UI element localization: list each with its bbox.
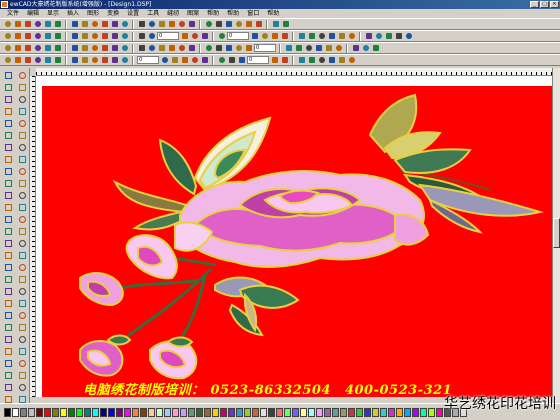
embroidery-app-window: ewCAD大豪绣花制版系统(增强版) - [Design1.DSP] _ □ ×… (0, 0, 560, 420)
color-swatch[interactable] (436, 407, 443, 417)
color-swatch[interactable] (252, 407, 259, 417)
color-swatch[interactable] (340, 407, 347, 417)
color-swatch[interactable] (284, 407, 291, 417)
color-swatch[interactable] (108, 407, 115, 417)
color-swatch[interactable] (76, 407, 83, 417)
color-swatch[interactable] (212, 407, 219, 417)
color-swatch[interactable] (324, 407, 331, 417)
ad-phone-1: 0523-86332504 (210, 383, 331, 398)
color-swatch[interactable] (60, 407, 67, 417)
color-swatch[interactable] (12, 407, 19, 417)
ad-title: 电脑绣花制版培训： (83, 383, 205, 398)
watermark-text: 华艺绣花印花培训 (444, 396, 556, 412)
color-swatch[interactable] (308, 407, 315, 417)
color-swatch[interactable] (140, 407, 147, 417)
color-swatch[interactable] (300, 407, 307, 417)
color-swatch[interactable] (36, 407, 43, 417)
color-swatch[interactable] (180, 407, 187, 417)
color-swatch[interactable] (220, 407, 227, 417)
color-swatch[interactable] (52, 407, 59, 417)
color-swatch[interactable] (292, 407, 299, 417)
color-swatch[interactable] (228, 407, 235, 417)
color-swatch[interactable] (148, 407, 155, 417)
color-swatch[interactable] (348, 407, 355, 417)
color-swatch[interactable] (100, 407, 107, 417)
color-swatch[interactable] (4, 407, 11, 417)
color-swatch[interactable] (364, 407, 371, 417)
color-swatch[interactable] (44, 407, 51, 417)
color-swatch[interactable] (244, 407, 251, 417)
color-swatch[interactable] (268, 407, 275, 417)
color-swatch[interactable] (388, 407, 395, 417)
scrollbar-thumb[interactable] (553, 218, 560, 248)
color-swatch[interactable] (124, 407, 131, 417)
color-swatch[interactable] (372, 407, 379, 417)
color-swatch[interactable] (404, 407, 411, 417)
color-swatch[interactable] (204, 407, 211, 417)
color-swatch[interactable] (236, 407, 243, 417)
color-swatch[interactable] (92, 407, 99, 417)
color-swatch[interactable] (428, 407, 435, 417)
color-swatch[interactable] (356, 407, 363, 417)
color-swatch[interactable] (28, 407, 35, 417)
color-swatch[interactable] (68, 407, 75, 417)
color-swatch[interactable] (84, 407, 91, 417)
embroidery-peony-design[interactable] (0, 0, 560, 420)
training-ad-text: 电脑绣花制版培训： 0523-86332504 400-0523-321 (83, 379, 452, 398)
color-swatch[interactable] (188, 407, 195, 417)
color-swatch[interactable] (164, 407, 171, 417)
color-swatch[interactable] (332, 407, 339, 417)
color-swatch[interactable] (20, 407, 27, 417)
color-swatch[interactable] (260, 407, 267, 417)
flower-buds (79, 234, 198, 380)
color-swatch[interactable] (132, 407, 139, 417)
color-swatch[interactable] (196, 407, 203, 417)
color-swatch[interactable] (412, 407, 419, 417)
color-swatch[interactable] (420, 407, 427, 417)
color-swatch[interactable] (276, 407, 283, 417)
color-swatch[interactable] (380, 407, 387, 417)
color-swatch[interactable] (156, 407, 163, 417)
color-swatch[interactable] (316, 407, 323, 417)
color-swatch[interactable] (396, 407, 403, 417)
vertical-scrollbar[interactable] (552, 68, 560, 403)
ad-phone-2: 400-0523-321 (344, 383, 453, 398)
color-swatch[interactable] (172, 407, 179, 417)
color-swatch[interactable] (116, 407, 123, 417)
